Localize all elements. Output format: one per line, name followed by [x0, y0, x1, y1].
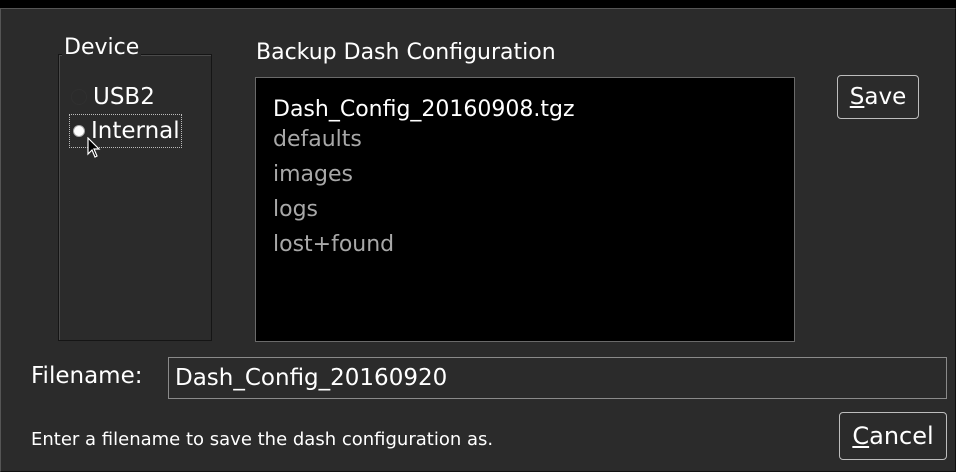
- file-list-item[interactable]: logs: [273, 195, 318, 225]
- cancel-button[interactable]: Cancel: [839, 412, 947, 460]
- file-list[interactable]: Dash_Config_20160908.tgz defaults images…: [255, 77, 795, 342]
- backup-title: Backup Dash Configuration: [256, 40, 556, 65]
- file-list-item[interactable]: lost+found: [273, 230, 394, 260]
- file-list-item[interactable]: defaults: [273, 125, 362, 155]
- filename-label: Filename:: [31, 363, 143, 389]
- save-label-rest: ave: [864, 84, 907, 110]
- save-mnemonic: S: [849, 84, 865, 110]
- cancel-mnemonic: C: [852, 422, 870, 450]
- save-button[interactable]: Save: [837, 75, 919, 119]
- radio-internal-label: Internal: [91, 118, 180, 144]
- cancel-label-rest: ancel: [869, 422, 934, 450]
- mouse-pointer-icon: [87, 137, 101, 158]
- file-list-item[interactable]: Dash_Config_20160908.tgz: [273, 95, 575, 125]
- radio-usb2[interactable]: USB2: [71, 82, 155, 112]
- filename-input[interactable]: [168, 357, 947, 399]
- radio-on-icon: [73, 125, 85, 137]
- save-dash-config-dialog: Device USB2 Internal Backup Dash Configu…: [0, 8, 956, 472]
- hint-text: Enter a filename to save the dash config…: [31, 429, 494, 450]
- device-legend: Device: [62, 35, 142, 60]
- radio-off-icon: [71, 89, 87, 105]
- radio-usb2-label: USB2: [93, 84, 155, 110]
- file-list-item[interactable]: images: [273, 160, 353, 190]
